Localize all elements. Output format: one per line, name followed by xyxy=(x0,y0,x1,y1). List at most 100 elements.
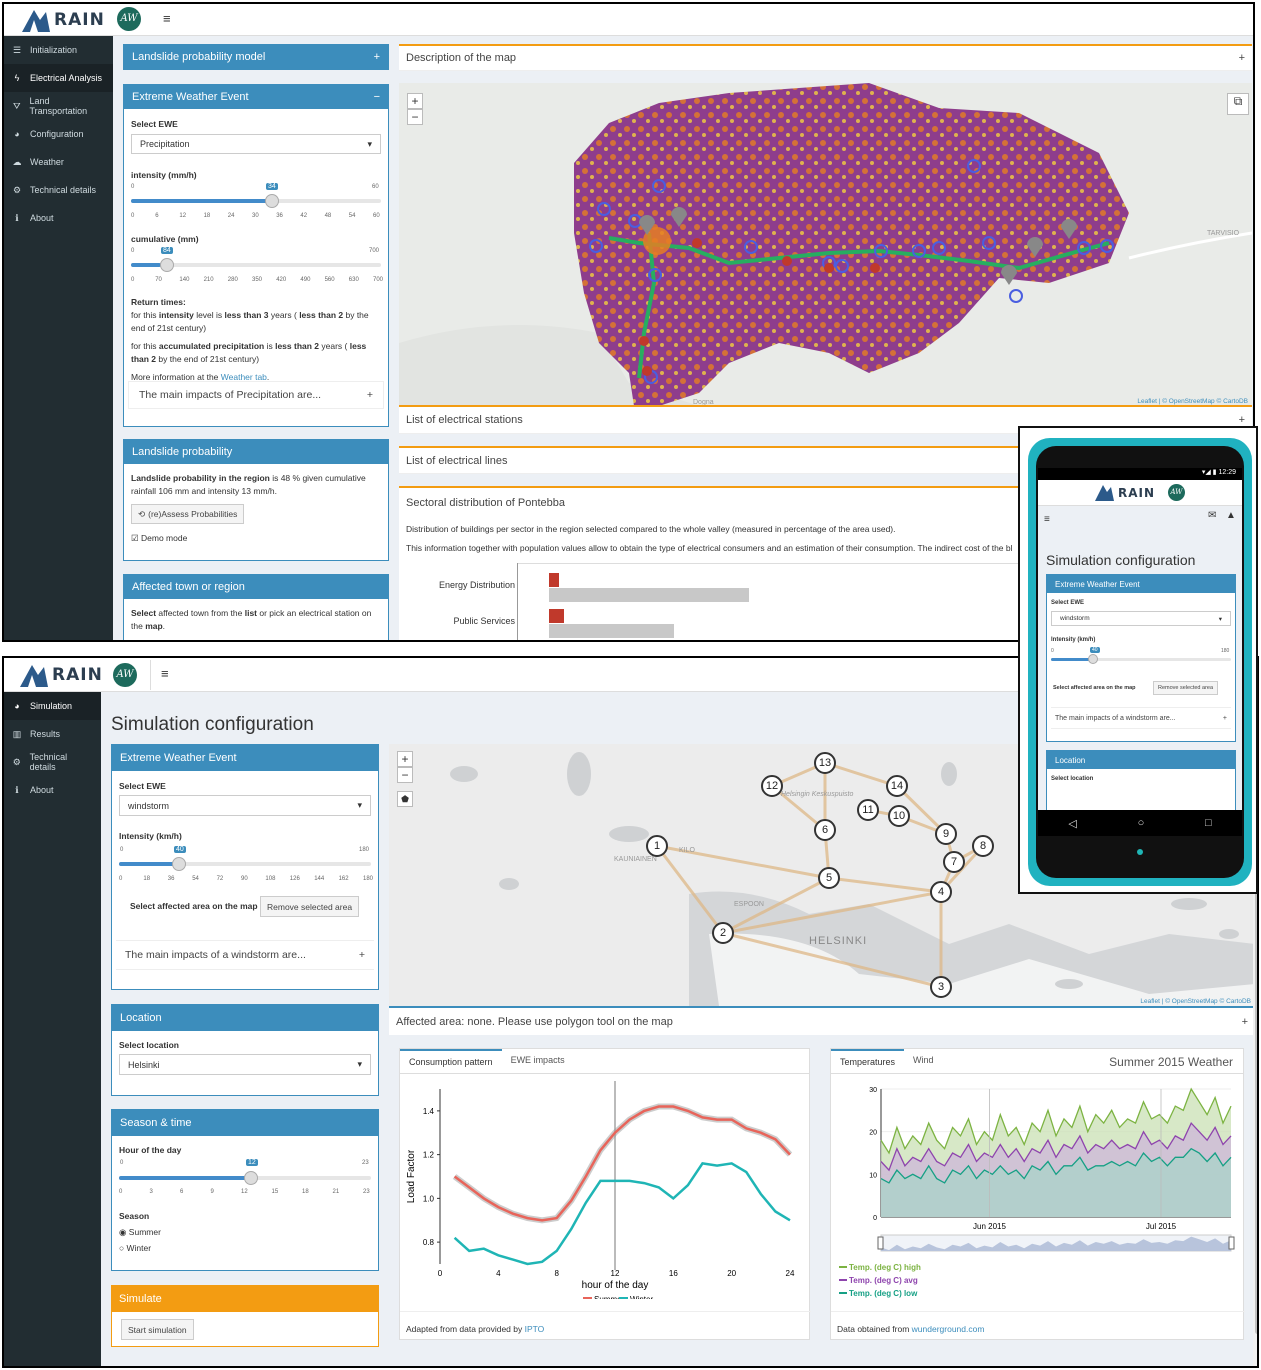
sidebar-item-about[interactable]: ℹ About xyxy=(4,776,101,804)
expand-icon[interactable]: + xyxy=(359,949,365,961)
phone-location-header[interactable]: Location xyxy=(1047,751,1235,769)
hamburger-icon[interactable]: ≡ xyxy=(163,11,171,26)
intensity-slider-handle[interactable] xyxy=(265,194,279,208)
sidebar-item-land-transportation[interactable]: ⛛ Land Transportation xyxy=(4,92,113,120)
phone-remove-button[interactable]: Remove selected area xyxy=(1153,681,1219,695)
sim-intensity-handle[interactable] xyxy=(172,857,186,871)
ewe-header[interactable]: Extreme Weather Event − xyxy=(124,85,388,109)
phone-slider-handle[interactable] xyxy=(1088,654,1098,664)
ipto-link[interactable]: IPTO xyxy=(525,1324,545,1334)
sidebar-item-electrical-analysis[interactable]: ϟ Electrical Analysis xyxy=(4,64,113,92)
network-node[interactable]: 10 xyxy=(888,805,910,827)
hour-handle[interactable] xyxy=(244,1171,258,1185)
network-node[interactable]: 7 xyxy=(943,851,965,873)
aw-logo[interactable]: AW xyxy=(113,663,137,687)
ewe-select[interactable]: Precipitation ▾ xyxy=(131,134,381,154)
network-node[interactable]: 8 xyxy=(972,835,994,857)
sidebar-item-results[interactable]: ▥ Results xyxy=(4,720,101,748)
layers-icon[interactable]: ⧉ xyxy=(1227,93,1249,115)
affected-town-box: Affected town or region Select affected … xyxy=(123,574,389,640)
windstorm-impacts-collapsible[interactable]: The main impacts of a windstorm are... + xyxy=(116,940,374,970)
polygon-draw-icon[interactable]: ⬟ xyxy=(397,791,413,807)
hamburger-icon[interactable]: ≡ xyxy=(1044,514,1050,525)
hamburger-icon[interactable]: ≡ xyxy=(161,666,169,681)
aw-logo[interactable]: AW xyxy=(1168,484,1185,501)
navigator-handle-left[interactable] xyxy=(877,1236,884,1250)
recents-icon[interactable]: □ xyxy=(1205,817,1212,829)
zoom-in-button[interactable]: + xyxy=(407,93,423,109)
expand-icon[interactable]: + xyxy=(374,51,380,63)
sidebar-item-about[interactable]: ℹ About xyxy=(4,204,113,232)
simulate-title[interactable]: Simulate xyxy=(112,1286,378,1312)
network-node[interactable]: 1 xyxy=(646,835,668,857)
sidebar-item-weather[interactable]: ☁ Weather xyxy=(4,148,113,176)
network-node[interactable]: 6 xyxy=(814,819,836,841)
summer-radio[interactable]: ◉ Summer xyxy=(119,1226,161,1239)
sidebar-item-simulation[interactable]: ◕ Simulation xyxy=(4,692,101,720)
zoom-in-button[interactable]: + xyxy=(397,751,413,767)
phone-ewe-header[interactable]: Extreme Weather Event xyxy=(1047,575,1235,593)
network-node[interactable]: 3 xyxy=(930,976,952,998)
back-icon[interactable]: ◁ xyxy=(1068,817,1076,830)
sidebar-item-technical-details[interactable]: ⚙ Technical details xyxy=(4,176,113,204)
map-attribution[interactable]: Leaflet | © OpenStreetMap © CartoDB xyxy=(1140,998,1251,1005)
affected-town-header[interactable]: Affected town or region xyxy=(124,575,388,599)
notification-icon[interactable]: ▲ xyxy=(1226,510,1236,521)
remove-area-button[interactable]: Remove selected area xyxy=(260,896,360,917)
expand-icon[interactable]: + xyxy=(1223,715,1227,722)
cumulative-slider-handle[interactable] xyxy=(160,258,174,272)
sidebar-item-technical-details[interactable]: ⚙ Technical details xyxy=(4,748,101,776)
home-icon[interactable]: ○ xyxy=(1138,817,1145,829)
sidebar-item-configuration[interactable]: ◕ Configuration xyxy=(4,120,113,148)
aw-logo[interactable]: AW xyxy=(117,7,141,31)
phone-header: RAIN AW xyxy=(1038,480,1242,506)
affected-area-header[interactable]: Affected area: none. Please use polygon … xyxy=(389,1008,1255,1035)
phone-ewe-select[interactable]: windstorm ▾ xyxy=(1051,611,1231,626)
precip-impacts-collapsible[interactable]: The main impacts of Precipitation are...… xyxy=(128,381,384,409)
network-node[interactable]: 4 xyxy=(930,881,952,903)
sim-intensity-track[interactable] xyxy=(119,862,371,866)
location-header[interactable]: Location xyxy=(112,1005,378,1031)
intensity-slider-track[interactable] xyxy=(131,199,381,203)
hour-value: 12 xyxy=(246,1159,258,1166)
expand-icon[interactable]: + xyxy=(1242,1016,1248,1028)
phone-slider-track[interactable] xyxy=(1051,658,1231,661)
tab-temperatures[interactable]: Temperatures xyxy=(831,1049,905,1073)
tab-consumption-pattern[interactable]: Consumption pattern xyxy=(400,1049,502,1073)
season-header[interactable]: Season & time xyxy=(112,1110,378,1136)
phone-impacts[interactable]: The main impacts of a windstorm are... + xyxy=(1051,707,1231,729)
location-select[interactable]: Helsinki ▾ xyxy=(119,1054,371,1075)
network-node[interactable]: 13 xyxy=(814,752,836,774)
landslide-map[interactable]: TARVISIO Dogna + − ⧉ Leaflet | © OpenStr… xyxy=(399,83,1252,406)
cumulative-ticks: 0 70 140 210 280 350 420 490 560 630 700 xyxy=(131,277,383,287)
zoom-out-button[interactable]: − xyxy=(407,109,423,125)
network-node[interactable]: 12 xyxy=(761,775,783,797)
sim-ewe-header[interactable]: Extreme Weather Event xyxy=(112,745,378,771)
network-node[interactable]: 5 xyxy=(818,867,840,889)
tab-ewe-impacts[interactable]: EWE impacts xyxy=(502,1049,574,1073)
zoom-out-button[interactable]: − xyxy=(397,767,413,783)
demo-mode-checkbox[interactable]: ☑ Demo mode xyxy=(131,532,187,545)
winter-radio[interactable]: ○ Winter xyxy=(119,1242,151,1255)
network-node[interactable]: 2 xyxy=(712,922,734,944)
navigator-handle-right[interactable] xyxy=(1228,1236,1235,1250)
assess-probabilities-button[interactable]: ⟲ (re)Assess Probabilities xyxy=(131,504,245,524)
landslide-probability-header[interactable]: Landslide probability xyxy=(124,440,388,464)
network-node[interactable]: 14 xyxy=(886,775,908,797)
tab-wind[interactable]: Wind xyxy=(904,1049,943,1073)
map-description-header[interactable]: Description of the map + xyxy=(399,44,1252,71)
network-node[interactable]: 11 xyxy=(857,799,879,821)
slider-tick-label: 560 xyxy=(324,277,335,283)
landslide-model-header[interactable]: Landslide probability model + xyxy=(124,45,388,69)
wunderground-link[interactable]: wunderground.com xyxy=(912,1324,985,1334)
start-simulation-button[interactable]: Start simulation xyxy=(121,1319,194,1340)
expand-icon[interactable]: + xyxy=(367,389,373,401)
sidebar-item-initialization[interactable]: ☰ Initialization xyxy=(4,36,113,64)
collapse-icon[interactable]: − xyxy=(374,91,380,103)
map-attribution[interactable]: Leaflet | © OpenStreetMap © CartoDB xyxy=(1137,398,1248,405)
expand-icon[interactable]: + xyxy=(1239,52,1245,64)
network-node[interactable]: 9 xyxy=(935,823,957,845)
sim-ewe-select[interactable]: windstorm ▾ xyxy=(119,795,371,816)
expand-icon[interactable]: + xyxy=(1239,414,1245,426)
envelope-icon[interactable]: ✉ xyxy=(1208,510,1216,521)
